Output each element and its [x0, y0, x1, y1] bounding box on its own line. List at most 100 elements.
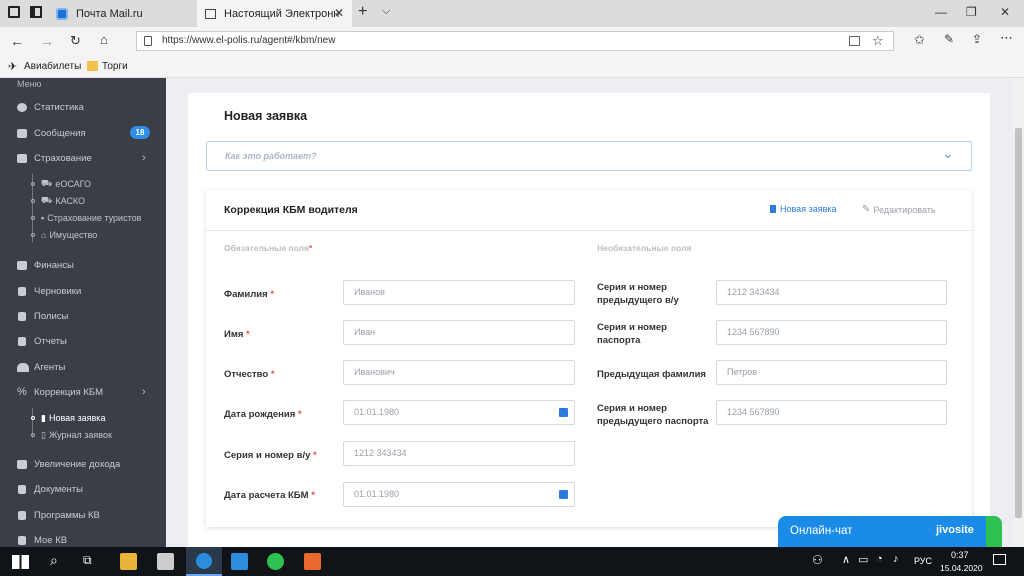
sidebar-item-policies[interactable]: Полисы — [0, 307, 166, 325]
wifi-icon[interactable]: ◔ — [876, 553, 883, 565]
scrollbar[interactable] — [1013, 78, 1024, 547]
sidebar-subitem-request-log[interactable]: ▯ Журнал заявок — [31, 428, 112, 442]
task-view-icon[interactable]: ⧉ — [83, 553, 92, 568]
pen-icon[interactable]: ✎ — [944, 32, 954, 46]
prev-last-name-input[interactable]: Петров — [716, 360, 947, 385]
people-icon[interactable]: ⚇ — [812, 553, 823, 567]
clock-time[interactable]: 0:37 — [951, 550, 969, 560]
edit-link[interactable]: ✎ Редактировать — [862, 204, 936, 215]
minimize-icon[interactable]: — — [935, 5, 947, 19]
search-icon[interactable]: ⌕ — [50, 552, 58, 569]
sidebar-item-kv-programs[interactable]: Программы КВ — [0, 506, 166, 524]
sidebar-item-agents[interactable]: Агенты — [0, 358, 166, 376]
reading-view-icon[interactable] — [849, 36, 860, 46]
messages-badge: 18 — [130, 126, 150, 139]
sidebar-item-documents[interactable]: Документы — [0, 480, 166, 498]
file-text-icon — [18, 311, 26, 321]
page-favicon-icon — [205, 8, 216, 19]
file-icon — [18, 510, 26, 520]
clock-date[interactable]: 15.04.2020 — [940, 563, 983, 573]
kbm-card: Коррекция КБМ водителя Новая заявка ✎ Ре… — [206, 190, 972, 527]
close-window-icon[interactable]: ✕ — [1000, 5, 1010, 19]
sidebar-subitem-tourists[interactable]: ▪ Страхование туристов — [31, 211, 141, 225]
birth-date-input[interactable]: 01.01.1980 — [343, 400, 575, 425]
scrollbar-thumb[interactable] — [1015, 128, 1022, 518]
folder-icon — [87, 61, 98, 71]
favorites-bar-icon[interactable]: ✩ — [914, 32, 925, 48]
more-icon[interactable]: ⋯ — [1000, 30, 1013, 46]
calc-date-input[interactable]: 01.01.1980 — [343, 482, 575, 507]
sidebar-item-drafts[interactable]: Черновики — [0, 282, 166, 300]
tab-mail[interactable]: Почта Mail.ru — [50, 0, 196, 27]
chevron-right-icon: › — [142, 152, 146, 164]
explorer-icon[interactable] — [120, 553, 137, 570]
mail-app-icon[interactable] — [231, 553, 248, 570]
card-divider — [206, 230, 972, 231]
notifications-icon[interactable] — [993, 554, 1006, 565]
calendar-icon[interactable] — [559, 490, 568, 499]
sidebar-subitem-eosago[interactable]: ⛟ еОСАГО — [31, 177, 91, 191]
sidebar-subitem-kasko[interactable]: ⛟ КАСКО — [31, 194, 85, 208]
close-tab-icon[interactable]: ✕ — [334, 6, 344, 20]
language-indicator[interactable]: РУС — [914, 556, 932, 566]
how-it-works-label: Как это работает? — [225, 151, 317, 161]
restore-icon[interactable]: ❐ — [966, 5, 977, 19]
url-field[interactable]: https://www.el-polis.ru/agent#/kbm/new ☆ — [136, 31, 894, 51]
tray-chevron-icon[interactable]: ∧ — [842, 553, 850, 566]
document-app-icon[interactable] — [304, 553, 321, 570]
refresh-icon[interactable]: ↻ — [70, 33, 81, 49]
new-request-link[interactable]: Новая заявка — [770, 204, 837, 214]
chat-label: Онлайн-чат — [790, 525, 853, 537]
sidebar-item-stats[interactable]: Статистика — [0, 98, 166, 116]
sidebar-item-my-kv[interactable]: Мое КВ — [0, 531, 166, 547]
sidebar: Меню Статистика Сообщения 18 Страхование… — [0, 78, 166, 547]
plane-icon: ✈ — [8, 61, 18, 73]
bullet-icon — [31, 433, 35, 437]
sidebar-subitem-new-request[interactable]: ▮ Новая заявка — [31, 411, 105, 425]
new-tab-icon[interactable]: + — [358, 3, 367, 21]
tab-list-chevron-icon[interactable]: ⌵ — [382, 5, 390, 18]
whatsapp-icon[interactable] — [267, 553, 284, 570]
tab-actions-icon[interactable] — [8, 6, 20, 18]
sidebar-item-messages[interactable]: Сообщения 18 — [0, 124, 166, 142]
how-it-works-accordion[interactable]: Как это работает? ⌄ — [206, 141, 972, 171]
sidebar-item-kbm[interactable]: % Коррекция КБМ › — [0, 383, 166, 401]
volume-icon[interactable]: ♪ — [893, 553, 899, 565]
sidebar-subitem-property[interactable]: ⌂ Имущество — [31, 228, 97, 242]
prev-license-input[interactable]: 1212 343434 — [716, 280, 947, 305]
calendar-icon[interactable] — [559, 408, 568, 417]
tab-active[interactable]: Настоящий Электронн ✕ — [197, 0, 352, 27]
bullet-icon — [31, 182, 35, 186]
bookmark-tenders[interactable]: Торги — [102, 61, 128, 72]
share-icon[interactable]: ⇪ — [972, 32, 982, 46]
back-icon[interactable]: ← — [10, 33, 24, 49]
home-icon[interactable]: ⌂ — [100, 32, 108, 47]
file-icon — [770, 205, 776, 213]
first-name-input[interactable]: Иван — [343, 320, 575, 345]
browser-tab-bar: Почта Mail.ru Настоящий Электронн ✕ + ⌵ … — [0, 0, 1024, 27]
back-tabs-icon[interactable] — [30, 6, 42, 18]
network-icon[interactable]: ▭ — [858, 553, 868, 566]
online-chat-widget[interactable]: Онлайн-чат jivosite — [778, 516, 1002, 547]
users-icon — [17, 362, 29, 372]
optional-header: Необязательные поля — [597, 243, 692, 253]
license-input[interactable]: 1212 343434 — [343, 441, 575, 466]
sidebar-item-finance[interactable]: Финансы — [0, 256, 166, 274]
passport-input[interactable]: 1234 567890 — [716, 320, 947, 345]
store-icon[interactable] — [157, 553, 174, 570]
sidebar-header: Меню — [17, 79, 42, 89]
windows-start-icon[interactable] — [12, 555, 29, 569]
sidebar-item-income[interactable]: Увеличение дохода — [0, 455, 166, 473]
forward-icon[interactable]: → — [40, 33, 54, 49]
bookmark-flights[interactable]: Авиабилеты — [24, 61, 81, 72]
prev-passport-input[interactable]: 1234 567890 — [716, 400, 947, 425]
bullet-icon — [31, 233, 35, 237]
last-name-input[interactable]: Иванов — [343, 280, 575, 305]
edge-icon[interactable] — [186, 547, 222, 576]
sidebar-item-insurance[interactable]: Страхование › — [0, 149, 166, 167]
favorite-star-icon[interactable]: ☆ — [872, 32, 884, 50]
cubes-icon — [17, 153, 27, 163]
tab-label: Почта Mail.ru — [76, 7, 143, 20]
patronymic-input[interactable]: Иванович — [343, 360, 575, 385]
sidebar-item-reports[interactable]: Отчеты — [0, 332, 166, 350]
